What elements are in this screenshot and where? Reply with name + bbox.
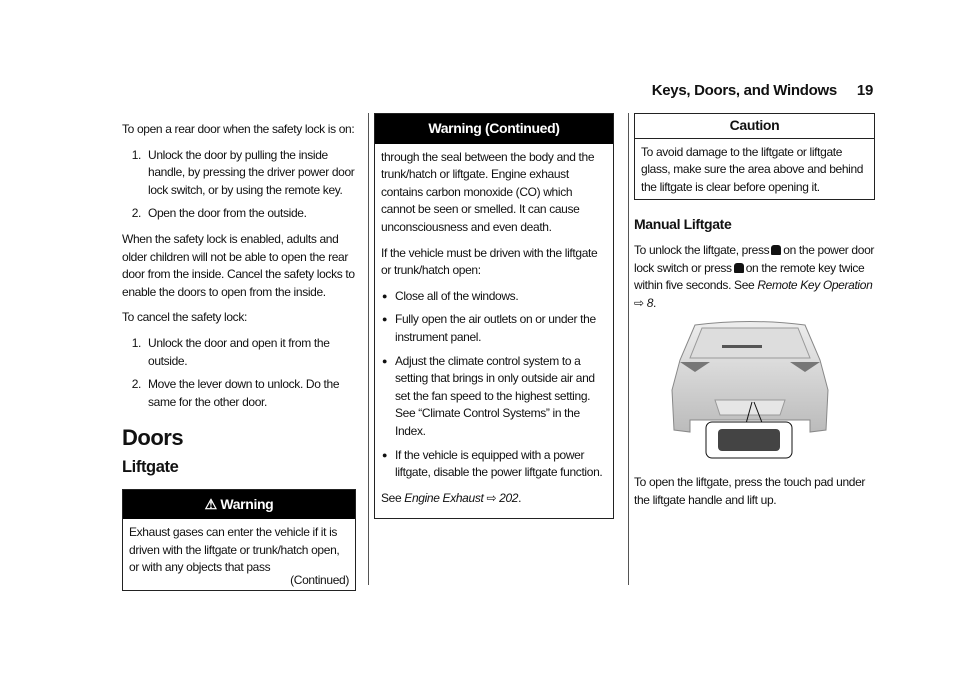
reference-page: 202 bbox=[499, 490, 519, 505]
column-divider bbox=[628, 113, 629, 585]
step: Unlock the door and open it from the out… bbox=[144, 335, 356, 370]
arrow-icon: ⇨ bbox=[486, 490, 497, 505]
running-header: Keys, Doors, and Windows 19 bbox=[651, 82, 874, 100]
heading-doors: Doors bbox=[122, 425, 184, 451]
paragraph: To unlock the liftgate, press on the powe… bbox=[634, 242, 875, 310]
unlock-icon bbox=[733, 262, 744, 273]
bullet-item: Fully open the air outlets on or under t… bbox=[381, 311, 607, 346]
paragraph: If the vehicle must be driven with the l… bbox=[381, 245, 598, 278]
warning-header: ⚠ Warning bbox=[123, 489, 355, 520]
warning-header: Warning (Continued) bbox=[375, 114, 613, 144]
warning-box: ⚠ Warning Exhaust gases can enter the ve… bbox=[122, 488, 356, 591]
text: To unlock the liftgate, press bbox=[634, 242, 770, 257]
column-3: Caution To avoid damage to the liftgate … bbox=[634, 113, 875, 518]
column-2: Warning (Continued) through the seal bet… bbox=[374, 113, 614, 527]
paragraph: To open a rear door when the safety lock… bbox=[122, 122, 355, 136]
column-divider bbox=[368, 113, 369, 585]
reference-link[interactable]: Engine Exhaust bbox=[404, 491, 484, 505]
warning-continued-box: Warning (Continued) through the seal bet… bbox=[374, 113, 614, 520]
reference-page: 8 bbox=[646, 295, 654, 310]
paragraph: through the seal between the body and th… bbox=[381, 149, 595, 234]
manual-page: Keys, Doors, and Windows 19 To open a rea… bbox=[0, 0, 960, 678]
heading-liftgate: Liftgate bbox=[122, 457, 179, 476]
page-number: 19 bbox=[856, 82, 873, 99]
bullet-item: Close all of the windows. bbox=[381, 288, 607, 306]
paragraph: To open the liftgate, press the touch pa… bbox=[634, 475, 866, 507]
warning-triangle-icon: ⚠ bbox=[204, 495, 218, 512]
warning-body: Exhaust gases can enter the vehicle if i… bbox=[129, 525, 340, 575]
section-title: Keys, Doors, and Windows bbox=[651, 82, 838, 99]
step: Unlock the door by pulling the inside ha… bbox=[144, 147, 356, 200]
bullet-item: Adjust the climate control system to a s… bbox=[381, 353, 607, 441]
caution-body: To avoid damage to the liftgate or liftg… bbox=[641, 144, 864, 194]
step: Move the lever down to unlock. Do the sa… bbox=[144, 376, 356, 411]
reference-link[interactable]: Remote Key Operation bbox=[757, 278, 872, 292]
heading-manual-liftgate: Manual Liftgate bbox=[634, 216, 732, 233]
paragraph: When the safety lock is enabled, adults … bbox=[122, 231, 355, 299]
step: Open the door from the outside. bbox=[144, 205, 356, 223]
bullet-list: Close all of the windows. Fully open the… bbox=[381, 288, 607, 482]
steps-cancel: Unlock the door and open it from the out… bbox=[122, 335, 356, 411]
paragraph: To cancel the safety lock: bbox=[122, 310, 247, 325]
see-reference: See Engine Exhaust ⇨ 202. bbox=[381, 490, 522, 505]
warning-title: Warning bbox=[220, 495, 274, 512]
caution-box: Caution To avoid damage to the liftgate … bbox=[634, 113, 875, 201]
arrow-icon: ⇨ bbox=[634, 295, 644, 310]
caution-header: Caution bbox=[635, 114, 874, 139]
see-prefix: See bbox=[381, 490, 405, 505]
steps-open: Unlock the door by pulling the inside ha… bbox=[122, 147, 356, 223]
bullet-item: If the vehicle is equipped with a power … bbox=[381, 447, 607, 482]
column-1: To open a rear door when the safety lock… bbox=[122, 121, 356, 599]
liftgate-touch-pad-illustration bbox=[670, 320, 875, 460]
unlock-icon bbox=[771, 244, 782, 255]
